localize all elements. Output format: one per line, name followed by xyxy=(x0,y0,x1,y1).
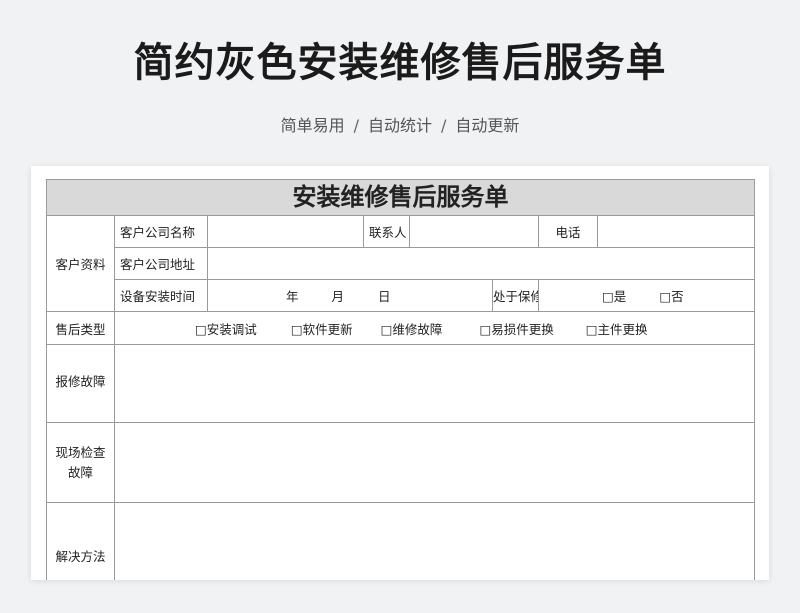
service-type-main-parts-checkbox[interactable]: □主件更换 xyxy=(586,319,648,338)
fault-report-label-text: 报修故障 xyxy=(55,374,106,389)
date-year-label: 年 xyxy=(286,289,299,304)
service-type-wear-parts-checkbox[interactable]: □易损件更换 xyxy=(479,319,553,338)
form-card: 安装维修售后服务单 客户资料 客户公司名称 联系人 电话 客户公司地址 设备安装… xyxy=(31,166,769,580)
service-type-repair-checkbox[interactable]: □维修故障 xyxy=(381,319,443,338)
tagline-item: 简单易用 xyxy=(280,116,345,135)
service-type-label: 售后类型 xyxy=(46,311,115,345)
install-date-field[interactable]: 年月日 xyxy=(207,279,493,312)
form-title: 安装维修售后服务单 xyxy=(46,179,755,216)
solution-label-text: 解决方法 xyxy=(55,549,106,564)
fault-report-field[interactable] xyxy=(114,344,755,423)
warranty-options: □是 □否 xyxy=(538,279,755,312)
onsite-check-label-line2: 故障 xyxy=(67,464,93,480)
phone-label: 电话 xyxy=(538,215,598,248)
contact-label: 联系人 xyxy=(363,215,410,248)
page-title: 简约灰色安装维修售后服务单 xyxy=(133,40,667,86)
onsite-check-label: 现场检查 故障 xyxy=(46,422,115,503)
contact-field[interactable] xyxy=(409,215,539,248)
service-type-options: □安装调试 □软件更新 □维修故障 □易损件更换 □主件更换 xyxy=(114,311,755,345)
subtitle: 简单易用 / 自动统计 / 自动更新 xyxy=(0,112,800,136)
tagline-separator: / xyxy=(441,116,447,135)
date-month-label: 月 xyxy=(331,289,345,304)
phone-field[interactable] xyxy=(597,215,755,248)
warranty-no-checkbox[interactable]: □否 xyxy=(659,286,683,305)
company-name-label: 客户公司名称 xyxy=(114,215,208,248)
tagline-item: 自动更新 xyxy=(455,116,520,135)
warranty-label: 处于保修期 xyxy=(492,279,539,312)
service-form-table: 安装维修售后服务单 客户资料 客户公司名称 联系人 电话 客户公司地址 设备安装… xyxy=(46,179,755,580)
onsite-check-label-line1: 现场检查 xyxy=(55,444,106,460)
warranty-yes-checkbox[interactable]: □是 xyxy=(602,286,626,305)
onsite-check-field[interactable] xyxy=(114,422,755,503)
address-label: 客户公司地址 xyxy=(114,247,208,280)
service-type-software-checkbox[interactable]: □软件更新 xyxy=(291,319,353,338)
tagline-separator: / xyxy=(353,116,359,135)
fault-report-label: 报修故障 xyxy=(46,344,115,423)
address-field[interactable] xyxy=(207,247,755,280)
company-name-field[interactable] xyxy=(207,215,364,248)
solution-label: 解决方法 xyxy=(46,502,115,580)
tagline-item: 自动统计 xyxy=(367,116,432,135)
service-type-install-checkbox[interactable]: □安装调试 xyxy=(195,319,257,338)
solution-field[interactable] xyxy=(114,502,755,580)
section-customer-label: 客户资料 xyxy=(46,215,115,312)
install-time-label: 设备安装时间 xyxy=(114,279,208,312)
date-day-label: 日 xyxy=(378,289,391,304)
